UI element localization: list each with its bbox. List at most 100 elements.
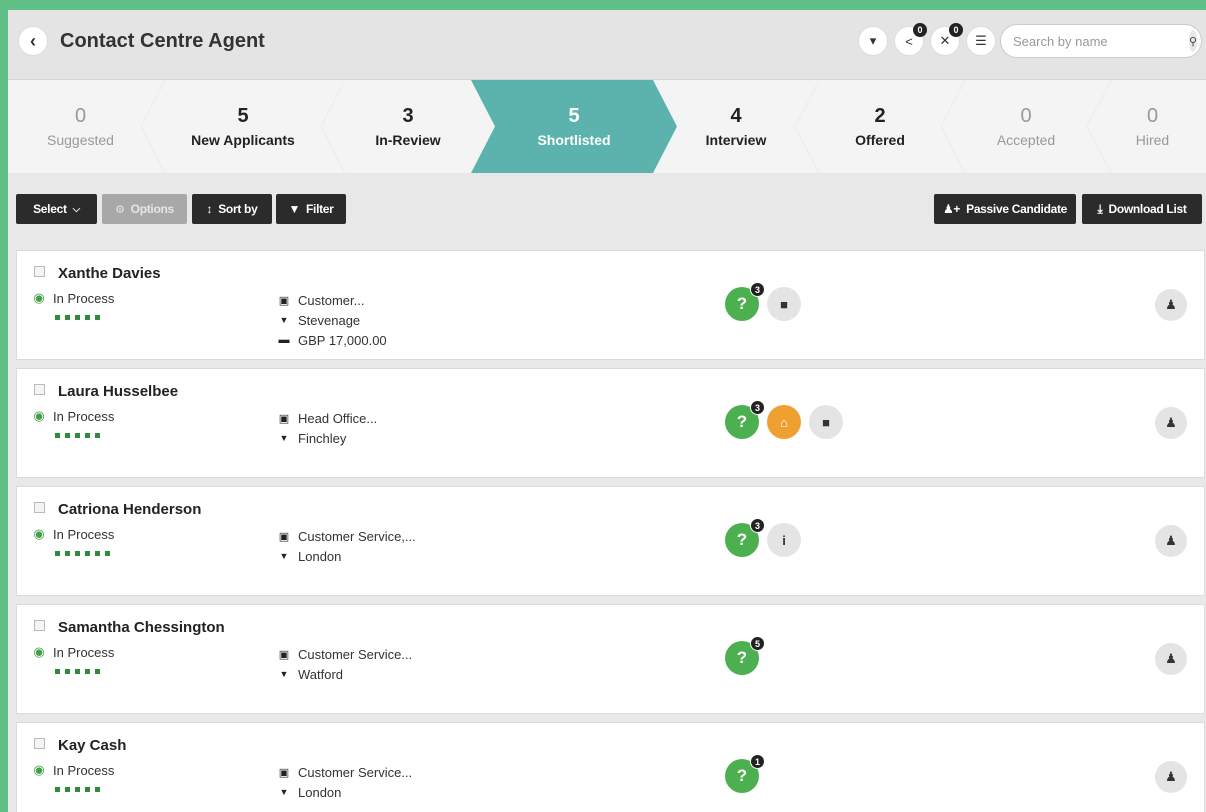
passive-candidate-button[interactable]: ♟+ Passive Candidate [934, 194, 1076, 224]
candidate-checkbox[interactable] [34, 502, 45, 513]
rating-dot [75, 669, 80, 674]
questionnaire-icon[interactable]: ? 1 [725, 754, 765, 793]
rating-dot [75, 787, 80, 792]
candidate-name[interactable]: Catriona Henderson [58, 501, 201, 518]
questionnaire-icon[interactable]: ? 3 [725, 400, 765, 439]
sort-icon: ↕ [206, 202, 213, 216]
location-icon: ▼ [279, 433, 289, 443]
note-icon[interactable]: ■ [767, 287, 801, 321]
profile-icon[interactable]: ♟ [1155, 761, 1187, 793]
questionnaire-icon[interactable]: ? 5 [725, 636, 765, 675]
candidate-checkbox[interactable] [34, 620, 45, 631]
detail-row: ▼ Stevenage [278, 310, 387, 330]
note-icon[interactable]: ■ [809, 405, 843, 439]
status-text: In Process [53, 762, 115, 778]
rating-dot [65, 433, 70, 438]
eye-icon: ◉ [33, 290, 45, 305]
candidate-actions: ? 5 [725, 636, 765, 675]
stage-accepted[interactable]: 0 Accepted [953, 80, 1111, 173]
eye-icon: ◉ [33, 408, 45, 423]
profile-icon[interactable]: ♟ [1155, 289, 1187, 321]
list-button[interactable]: ☰ [966, 26, 996, 56]
download-list-button[interactable]: ⤓ Download List [1082, 194, 1202, 224]
rating-dots [55, 315, 100, 320]
detail-row: ▼ London [278, 546, 416, 566]
detail-text: Finchley [298, 430, 347, 446]
passive-candidate-label: Passive Candidate [966, 202, 1068, 216]
candidate-name[interactable]: Samantha Chessington [58, 619, 225, 636]
rating-dot [95, 433, 100, 438]
filter-label: Filter [306, 202, 334, 216]
detail-text: Customer... [298, 292, 365, 308]
candidate-checkbox[interactable] [34, 738, 45, 749]
rating-dot [55, 433, 60, 438]
options-button[interactable]: ⚙ Options [102, 194, 187, 224]
questionnaire-icon[interactable]: ? 3 [725, 282, 765, 321]
select-label: Select [33, 202, 67, 216]
detail-row: ▬ GBP 17,000.00 [278, 330, 387, 350]
rating-dot [55, 787, 60, 792]
candidate-card: Samantha Chessington ◉ In Process ▣ Customer… [16, 604, 1205, 714]
profile-icon[interactable]: ♟ [1155, 643, 1187, 675]
detail-row: ▣ Customer... [278, 290, 387, 310]
page-title: Contact Centre Agent [60, 30, 265, 52]
download-list-label: Download List [1108, 202, 1187, 216]
candidate-name[interactable]: Kay Cash [58, 737, 126, 754]
briefcase-icon: ▣ [278, 412, 290, 425]
detail-text: Customer Service... [298, 764, 413, 780]
stage-count: 0 [74, 105, 87, 127]
candidate-name[interactable]: Laura Husselbee [58, 383, 178, 400]
stage-label: In-Review [375, 132, 441, 148]
questionnaire-icon[interactable]: ? 3 [725, 518, 765, 557]
stage-suggested[interactable]: 0 Suggested [8, 80, 165, 173]
user-block-icon: ✕ [939, 33, 951, 48]
profile-icon[interactable]: ♟ [1155, 407, 1187, 439]
user-block-button[interactable]: ✕ 0 [930, 23, 963, 56]
rating-dot [105, 551, 110, 556]
profile-icon[interactable]: ♟ [1155, 525, 1187, 557]
stage-count: 0 [1146, 105, 1159, 127]
stage-offered[interactable]: 2 Offered [807, 80, 965, 173]
dropdown-button[interactable]: ▾ [858, 26, 888, 56]
candidate-actions: ? 3 ■ [725, 282, 801, 321]
eye-icon: ◉ [33, 526, 45, 541]
search-icon[interactable]: ⚲ [1189, 30, 1198, 52]
sort-label: Sort by [218, 202, 258, 216]
stage-shortlisted[interactable]: 5 Shortlisted [471, 80, 677, 173]
candidate-actions: ? 3 ⌂ ■ [725, 400, 843, 439]
eye-icon: ◉ [33, 644, 45, 659]
stage-label: Suggested [47, 132, 114, 148]
stage-label: New Applicants [191, 132, 295, 148]
rating-dot [55, 669, 60, 674]
stage-in-review[interactable]: 3 In-Review [333, 80, 483, 173]
filter-button[interactable]: ▼ Filter [276, 194, 346, 224]
candidate-checkbox[interactable] [34, 266, 45, 277]
candidate-checkbox[interactable] [34, 384, 45, 395]
chevron-down-icon: ⌵ [72, 203, 81, 215]
stage-interview[interactable]: 4 Interview [665, 80, 819, 173]
info-icon[interactable]: i [767, 523, 801, 557]
stage-count: 5 [237, 105, 249, 127]
rating-dots [55, 433, 100, 438]
rating-dots [55, 669, 100, 674]
add-user-icon: ♟+ [942, 202, 961, 216]
search-input[interactable] [1013, 33, 1189, 49]
sort-by-button[interactable]: ↕ Sort by [192, 194, 272, 224]
home-icon[interactable]: ⌂ [767, 405, 801, 439]
stage-hired[interactable]: 0 Hired [1099, 80, 1206, 173]
stage-count: 0 [1020, 105, 1032, 127]
detail-text: London [298, 548, 342, 564]
toolbar: Select ⌵ ⚙ Options ↕ Sort by ▼ Filter ♟+… [8, 173, 1206, 249]
detail-text: London [298, 784, 342, 800]
rating-dot [85, 787, 90, 792]
select-dropdown[interactable]: Select ⌵ [16, 194, 97, 224]
rating-dot [85, 433, 90, 438]
candidate-list: Xanthe Davies ◉ In Process ▣ Customer... ▼ Ste… [16, 250, 1205, 812]
candidate-details: ▣ Head Office... ▼ Finchley [278, 408, 377, 448]
stage-new-applicants[interactable]: 5 New Applicants [153, 80, 345, 173]
share-button[interactable]: <0 [894, 23, 927, 56]
candidate-details: ▣ Customer Service,... ▼ London [278, 526, 416, 566]
gear-icon: ⚙ [115, 203, 125, 216]
back-button[interactable]: ‹ [18, 26, 48, 56]
candidate-name[interactable]: Xanthe Davies [58, 265, 161, 282]
